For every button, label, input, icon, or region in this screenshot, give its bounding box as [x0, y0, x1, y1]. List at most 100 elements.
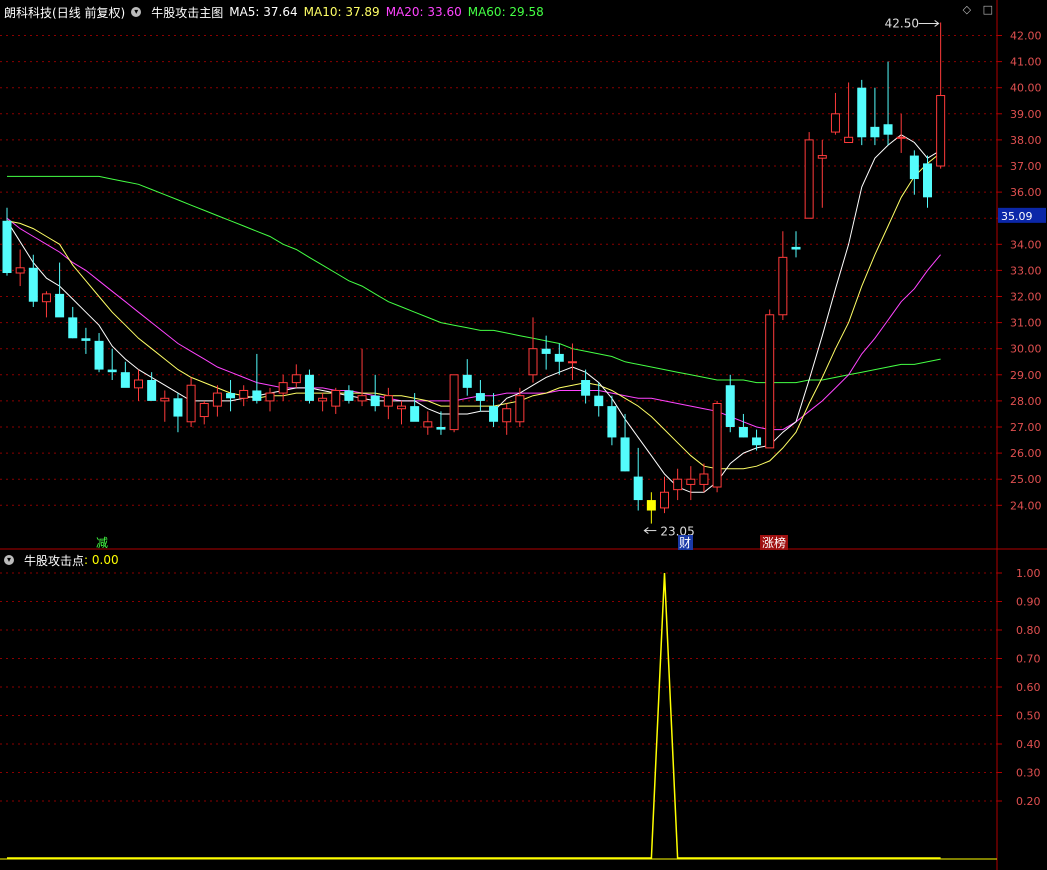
candle-body — [620, 437, 630, 472]
candle-body — [541, 348, 551, 354]
sub-indicator-name[interactable]: 牛股攻击点 — [24, 552, 84, 569]
main-y-tick-label: 31.00 — [1010, 317, 1042, 330]
candle-body — [226, 393, 236, 399]
candle-body — [883, 124, 893, 135]
main-y-tick-label: 25.00 — [1010, 473, 1042, 486]
ma10-label: MA10: 37.89 — [303, 5, 380, 19]
zhangbang-marker: 涨榜 — [762, 535, 786, 550]
indicator-dropdown-icon[interactable]: ▾ — [131, 7, 142, 17]
candle-body — [28, 267, 38, 302]
candle-body — [55, 293, 65, 318]
candle-body — [673, 478, 683, 491]
candle-body — [778, 256, 788, 316]
candle-body — [752, 437, 762, 446]
candle-body — [68, 317, 78, 339]
sub-y-tick-label: 0.40 — [1016, 738, 1041, 751]
candle-body — [686, 478, 696, 485]
candle-body — [252, 390, 262, 401]
main-indicator-name[interactable]: 牛股攻击主图 — [151, 4, 223, 21]
grid-lines — [0, 35, 997, 802]
main-y-tick-label: 41.00 — [1010, 56, 1042, 69]
ma20-label: MA20: 33.60 — [385, 5, 462, 19]
candle-body — [896, 136, 906, 139]
candle-body — [830, 113, 840, 133]
main-y-tick-label: 28.00 — [1010, 395, 1042, 408]
candle-body — [239, 389, 249, 399]
sub-y-tick-label: 1.00 — [1016, 567, 1041, 580]
candle-body — [594, 395, 604, 407]
candle-body — [186, 384, 196, 423]
sub-y-tick-label: 0.70 — [1016, 653, 1041, 666]
main-y-tick-label: 39.00 — [1010, 108, 1042, 121]
sub-indicator-value: : 0.00 — [84, 553, 119, 567]
ma20-line — [6, 217, 941, 431]
candle-body — [528, 348, 538, 376]
signal-line — [7, 572, 941, 859]
candle-body — [291, 374, 301, 384]
price-markers: 42.5023.0535.09减财涨榜 — [96, 16, 1046, 550]
candle-body — [646, 500, 656, 511]
candle-body — [909, 155, 919, 180]
candle-body — [199, 403, 209, 418]
chart-canvas: 24.00 25.00 26.00 27.00 28.00 29.00 30.00 31.00… — [0, 0, 1047, 870]
main-y-tick-label: 37.00 — [1010, 160, 1042, 173]
sub-header: ▾ 牛股攻击点 : 0.00 — [4, 551, 125, 569]
candle-body — [304, 374, 314, 401]
period-label: (日线 前复权) — [52, 5, 126, 20]
ma60-line — [7, 175, 941, 384]
candle-body — [502, 408, 512, 423]
candle-body — [554, 353, 564, 362]
candle-body — [370, 395, 380, 407]
main-y-tick-label: 24.00 — [1010, 499, 1042, 512]
candle-body — [423, 421, 433, 428]
moving-average-lines — [6, 134, 941, 493]
sub-y-tick-label: 0.30 — [1016, 767, 1041, 780]
candle-body — [923, 163, 932, 198]
candlestick-series — [2, 22, 946, 524]
candle-body — [173, 398, 183, 417]
candle-body — [41, 293, 51, 303]
candle-body — [397, 405, 406, 410]
candle-body — [383, 395, 393, 407]
candle-body — [147, 380, 157, 401]
candle-body — [410, 406, 420, 422]
candle-body — [475, 393, 485, 401]
cai-marker: 财 — [679, 536, 691, 550]
sub-y-tick-label: 0.90 — [1016, 596, 1041, 609]
sub-y-tick-label: 0.60 — [1016, 681, 1041, 694]
sub-y-tick-label: 0.80 — [1016, 624, 1041, 637]
candle-body — [318, 397, 328, 402]
main-y-axis: 24.00 25.00 26.00 27.00 28.00 29.00 30.00 31.00… — [997, 30, 1042, 512]
main-y-tick-label: 40.00 — [1010, 82, 1042, 95]
candle-body — [15, 267, 25, 274]
candle-body — [2, 220, 12, 274]
candle-body — [817, 155, 827, 159]
candle-body — [344, 390, 354, 401]
window-controls: ◇ □ — [955, 3, 993, 16]
candle-body — [791, 246, 801, 250]
candle-body — [436, 427, 446, 430]
candle-body — [265, 392, 275, 402]
jian-marker: 减 — [96, 536, 108, 550]
candle-body — [81, 338, 91, 341]
candle-body — [462, 374, 472, 388]
candle-body — [120, 372, 130, 388]
main-y-tick-label: 32.00 — [1010, 291, 1042, 304]
candle-body — [107, 369, 117, 373]
candle-body — [870, 126, 880, 138]
candle-body — [804, 139, 814, 219]
main-y-tick-label: 26.00 — [1010, 447, 1042, 460]
candle-body — [278, 382, 288, 394]
square-icon[interactable]: □ — [983, 3, 993, 16]
candle-body — [712, 403, 722, 488]
stock-name: 朗科科技 — [4, 5, 53, 20]
candle-body — [725, 385, 735, 427]
candle-body — [489, 406, 499, 422]
signal-series — [7, 572, 941, 859]
candle-body — [134, 379, 143, 389]
candle-body — [94, 340, 104, 370]
diamond-icon[interactable]: ◇ — [963, 3, 971, 16]
sub-indicator-dropdown-icon[interactable]: ▾ — [4, 555, 14, 565]
sub-y-tick-label: 0.50 — [1016, 710, 1041, 723]
ma10-line — [6, 152, 941, 470]
